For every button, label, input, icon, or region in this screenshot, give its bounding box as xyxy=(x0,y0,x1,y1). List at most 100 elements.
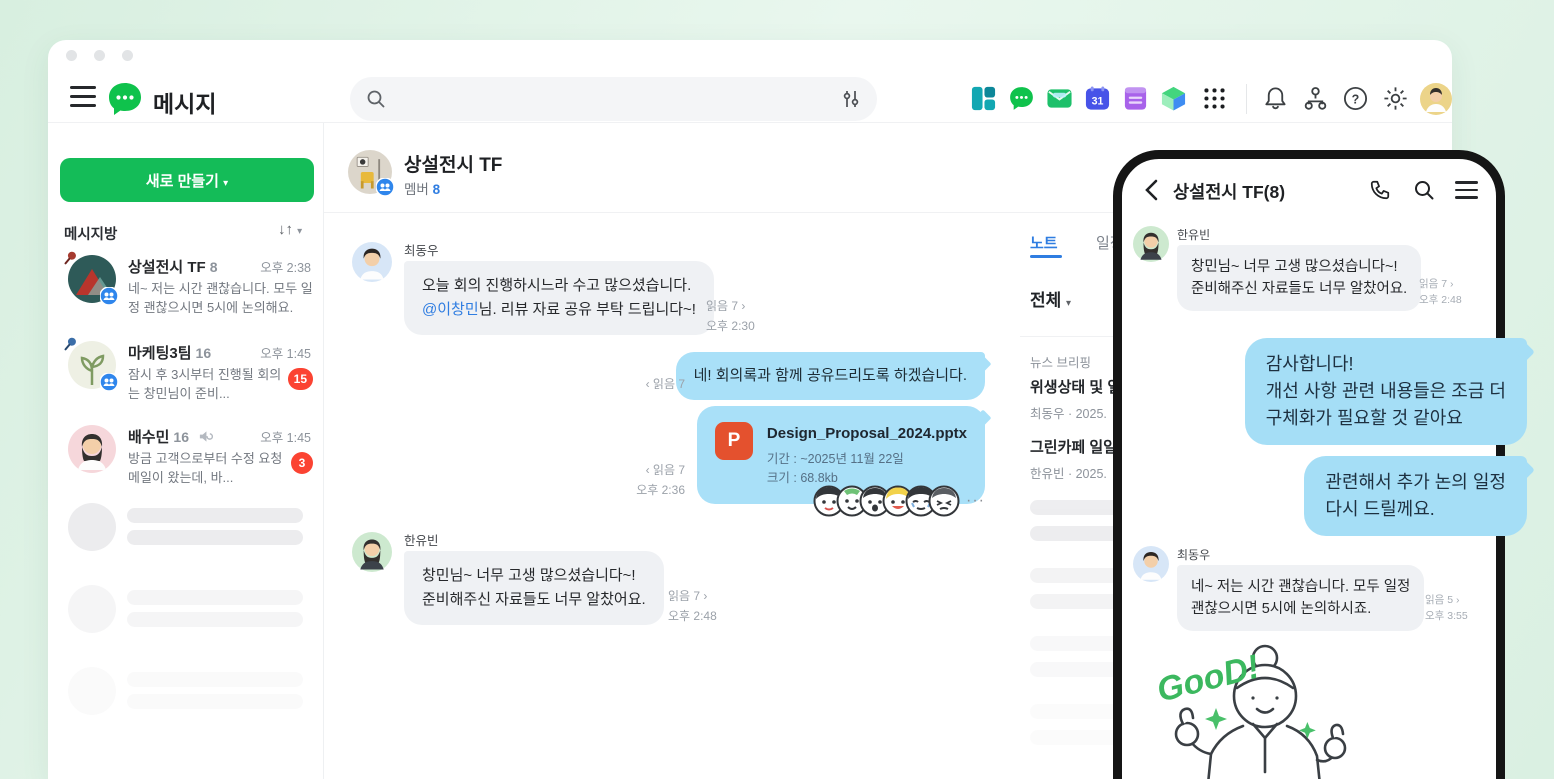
phone-mockup: 상설전시 TF(8) 한유빈 창민님~ 너무 고생 많으셨습니다~!준비해주신 … xyxy=(1113,150,1505,779)
reaction-face-icon xyxy=(928,485,960,517)
dashboard-app-icon[interactable] xyxy=(970,85,997,112)
header-divider xyxy=(1246,84,1247,114)
apps-grid-icon[interactable] xyxy=(1202,86,1227,111)
tab-note[interactable]: 노트 xyxy=(1030,232,1058,253)
sender-avatar xyxy=(352,242,392,282)
chat-preview: 방금 고객으로부터 수정 요청 메일이 왔는데, 바... xyxy=(128,449,286,487)
pin-icon xyxy=(62,336,79,353)
message-time: 오후 2:30 xyxy=(706,319,755,333)
read-receipt[interactable]: ‹ 읽음 7 xyxy=(646,374,685,394)
group-badge-icon xyxy=(100,373,118,391)
unread-badge: 3 xyxy=(291,452,313,474)
back-icon[interactable] xyxy=(1141,177,1165,203)
reaction-more[interactable]: ··· xyxy=(966,492,985,510)
phone-menu-icon[interactable] xyxy=(1455,181,1478,199)
header-bottom-divider xyxy=(48,122,1452,123)
chat-time: 오후 1:45 xyxy=(260,427,311,446)
message-bubble[interactable]: 네~ 저는 시간 괜찮습니다. 모두 일정괜찮으시면 5시에 논의하시죠. xyxy=(1177,565,1424,631)
read-receipt[interactable]: ‹ 읽음 7오후 2:36 xyxy=(636,460,685,500)
window-dot[interactable] xyxy=(66,50,77,61)
read-receipt[interactable]: 읽음 7 ›오후 2:48 xyxy=(1419,276,1462,308)
window-dot[interactable] xyxy=(94,50,105,61)
phone-chat-title: 상설전시 TF(8) xyxy=(1173,179,1285,204)
sender-avatar xyxy=(1133,226,1169,262)
read-receipt[interactable]: 읽음 5 ›오후 3:55 xyxy=(1425,592,1468,624)
chat-time: 오후 1:45 xyxy=(260,343,311,362)
message-bubble-outgoing[interactable]: 관련해서 추가 논의 일정다시 드릴께요. xyxy=(1304,456,1527,536)
read-receipt[interactable]: 읽음 7 ›오후 2:30 xyxy=(706,296,755,336)
new-message-label: 새로 만들기 xyxy=(146,173,219,190)
read-receipt[interactable]: 읽음 7 ›오후 2:48 xyxy=(668,586,717,626)
page-title: 메시지 xyxy=(153,85,216,119)
message-bubble[interactable]: 창민님~ 너무 고생 많으셨습니다~!준비해주신 자료들도 너무 알찼어요. xyxy=(404,551,664,625)
tab-underline xyxy=(1030,255,1062,258)
chatroom-avatar xyxy=(68,425,116,473)
window-controls[interactable] xyxy=(66,48,150,66)
settings-gear-icon[interactable] xyxy=(1382,85,1409,112)
message-line: 오늘 회의 진행하시느라 수고 많으셨습니다. xyxy=(422,277,691,294)
caret-down-icon: ▾ xyxy=(223,178,228,189)
message-time: 오후 3:55 xyxy=(1425,610,1468,622)
chat-preview: 네~ 저는 시간 괜찮습니다. 모두 일정 괜찮으시면 5시에 논의해요. xyxy=(128,279,320,317)
window-dot[interactable] xyxy=(122,50,133,61)
hamburger-menu-icon[interactable] xyxy=(70,86,96,107)
message-time: 오후 2:48 xyxy=(1419,294,1462,306)
mail-app-icon[interactable] xyxy=(1046,85,1073,112)
note-title: 위생상태 및 일 xyxy=(1030,376,1121,397)
sort-icon[interactable]: ↓↑ ▾ xyxy=(278,221,302,238)
note-item[interactable]: 그린카페 일일 한유빈 · 2025. xyxy=(1030,436,1117,482)
search-filter-icon[interactable] xyxy=(841,89,861,109)
chat-title-row: 상설전시 TF8 xyxy=(128,256,218,277)
caret-down-icon: ▾ xyxy=(1066,298,1071,309)
profile-avatar[interactable] xyxy=(1420,83,1452,115)
drive-app-icon[interactable] xyxy=(1160,85,1187,112)
good-sticker: GooD! xyxy=(1147,632,1361,779)
file-name: Design_Proposal_2024.pptx xyxy=(767,422,967,446)
search-icon[interactable] xyxy=(1413,179,1435,201)
file-info: Design_Proposal_2024.pptx 기간 : ~2025년 11… xyxy=(767,422,967,488)
help-icon[interactable]: ? xyxy=(1342,85,1369,112)
org-chart-icon[interactable] xyxy=(1302,85,1329,112)
sender-name: 한유빈 xyxy=(404,530,439,549)
note-title: 그린카페 일일 xyxy=(1030,436,1117,457)
sender-avatar xyxy=(352,532,392,572)
new-message-button[interactable]: 새로 만들기 ▾ xyxy=(60,158,314,202)
message-bubble[interactable]: 창민님~ 너무 고생 많으셨습니다~!준비해주신 자료들도 너무 알찼어요. xyxy=(1177,245,1421,311)
chat-preview: 잠시 후 3시부터 진행될 회의는 창민님이 준비... xyxy=(128,365,286,403)
file-meta: 기간 : ~2025년 11월 22일크기 : 68.8kb xyxy=(767,450,967,488)
chat-title-row: 배수민16 xyxy=(128,426,213,447)
sidebar-divider xyxy=(323,123,324,779)
search-bar[interactable] xyxy=(350,77,877,121)
sender-avatar xyxy=(1133,546,1169,582)
notifications-bell-icon[interactable] xyxy=(1262,85,1289,112)
search-input[interactable] xyxy=(396,91,831,108)
mention-link[interactable]: @이창민 xyxy=(422,301,479,318)
chat-app-icon[interactable] xyxy=(1008,85,1035,112)
reaction-row[interactable]: ··· xyxy=(813,485,985,517)
chat-time: 오후 2:38 xyxy=(260,257,311,276)
message-bubble[interactable]: 오늘 회의 진행하시느라 수고 많으셨습니다. @이창민님. 리뷰 자료 공유 … xyxy=(404,261,714,335)
chat-list-item-tf[interactable]: 상설전시 TF8 오후 2:38 네~ 저는 시간 괜찮습니다. 모두 일정 괜… xyxy=(48,252,323,336)
member-count[interactable]: 멤버 8 xyxy=(404,178,440,198)
mute-icon xyxy=(198,429,213,444)
notes-app-icon[interactable] xyxy=(1122,85,1149,112)
message-line: 님. 리뷰 자료 공유 부탁 드립니다~! xyxy=(479,301,696,318)
svg-text:?: ? xyxy=(1352,92,1360,106)
note-meta: 한유빈 · 2025. xyxy=(1030,463,1117,482)
calendar-app-icon[interactable]: 31 xyxy=(1084,85,1111,112)
note-meta: 최동우 · 2025. xyxy=(1030,403,1121,422)
pin-icon xyxy=(62,250,79,267)
notes-filter-dropdown[interactable]: 전체 ▾ xyxy=(1030,286,1071,311)
unread-badge: 15 xyxy=(288,368,313,390)
search-icon xyxy=(366,89,386,109)
chat-list-item-baesumin[interactable]: 배수민16 오후 1:45 방금 고객으로부터 수정 요청 메일이 왔는데, 바… xyxy=(48,422,323,506)
message-app-logo-icon[interactable] xyxy=(106,80,144,118)
message-bubble-outgoing[interactable]: 감사합니다!개선 사항 관련 내용들은 조금 더구체화가 필요할 것 같아요 xyxy=(1245,338,1527,445)
note-item[interactable]: 뉴스 브리핑 위생상태 및 일 최동우 · 2025. xyxy=(1030,352,1121,422)
sender-name: 최동우 xyxy=(404,240,439,259)
group-badge-icon xyxy=(376,178,394,196)
call-icon[interactable] xyxy=(1369,179,1391,201)
chat-list-item-marketing[interactable]: 마케팅3팀16 오후 1:45 잠시 후 3시부터 진행될 회의는 창민님이 준… xyxy=(48,338,323,422)
message-bubble-outgoing[interactable]: 네! 회의록과 함께 공유드리도록 하겠습니다. xyxy=(676,352,985,400)
note-category: 뉴스 브리핑 xyxy=(1030,352,1121,371)
